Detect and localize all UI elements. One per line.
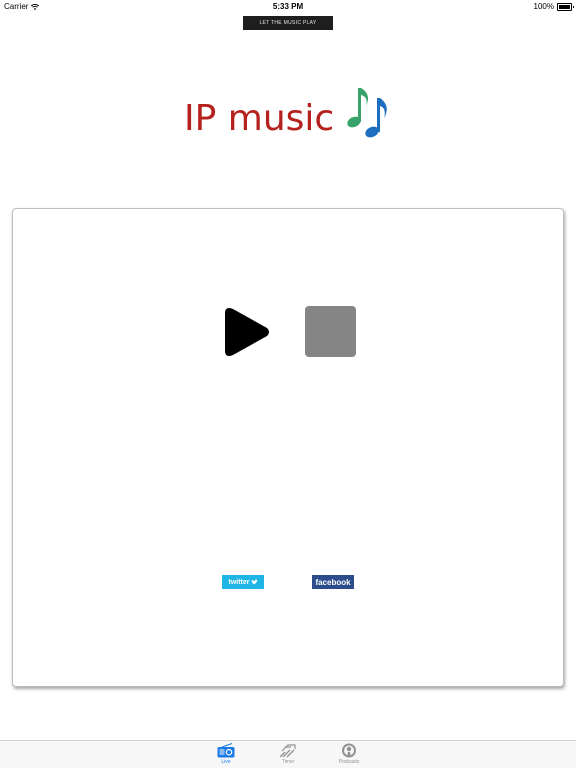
slogan-banner: LET THE MUSIC PLAY bbox=[243, 16, 333, 30]
battery-percent: 100% bbox=[533, 2, 554, 11]
timer-icon bbox=[279, 744, 296, 758]
status-bar-time: 5:33 PM bbox=[272, 2, 304, 11]
tab-timer-label: Timer bbox=[281, 759, 295, 765]
tab-podcasts[interactable]: Podcasts bbox=[329, 742, 369, 768]
facebook-button[interactable]: facebook bbox=[312, 575, 354, 589]
tab-live[interactable]: Live bbox=[206, 742, 246, 768]
tab-live-label: Live bbox=[221, 759, 231, 765]
tab-timer[interactable]: Timer bbox=[268, 742, 308, 768]
status-bar: Carrier 5:33 PM 100% bbox=[0, 0, 576, 12]
twitter-button[interactable]: twitter bbox=[222, 575, 264, 589]
music-notes-icon bbox=[347, 88, 387, 138]
twitter-label: twitter bbox=[228, 578, 250, 586]
stop-button[interactable] bbox=[305, 306, 356, 357]
radio-icon bbox=[217, 743, 235, 758]
podcast-icon bbox=[342, 743, 356, 758]
play-button[interactable] bbox=[223, 306, 273, 358]
logo-text: IP music bbox=[184, 98, 335, 139]
twitter-bird-icon bbox=[251, 579, 258, 585]
play-icon bbox=[225, 308, 269, 356]
tab-podcasts-label: Podcasts bbox=[338, 759, 360, 765]
tab-bar: Live Timer Podcasts bbox=[0, 740, 576, 768]
battery-icon bbox=[557, 2, 574, 11]
player-card: twitter facebook bbox=[12, 208, 564, 687]
app-logo: IP music bbox=[184, 84, 394, 144]
status-bar-right: 100% bbox=[533, 2, 574, 11]
